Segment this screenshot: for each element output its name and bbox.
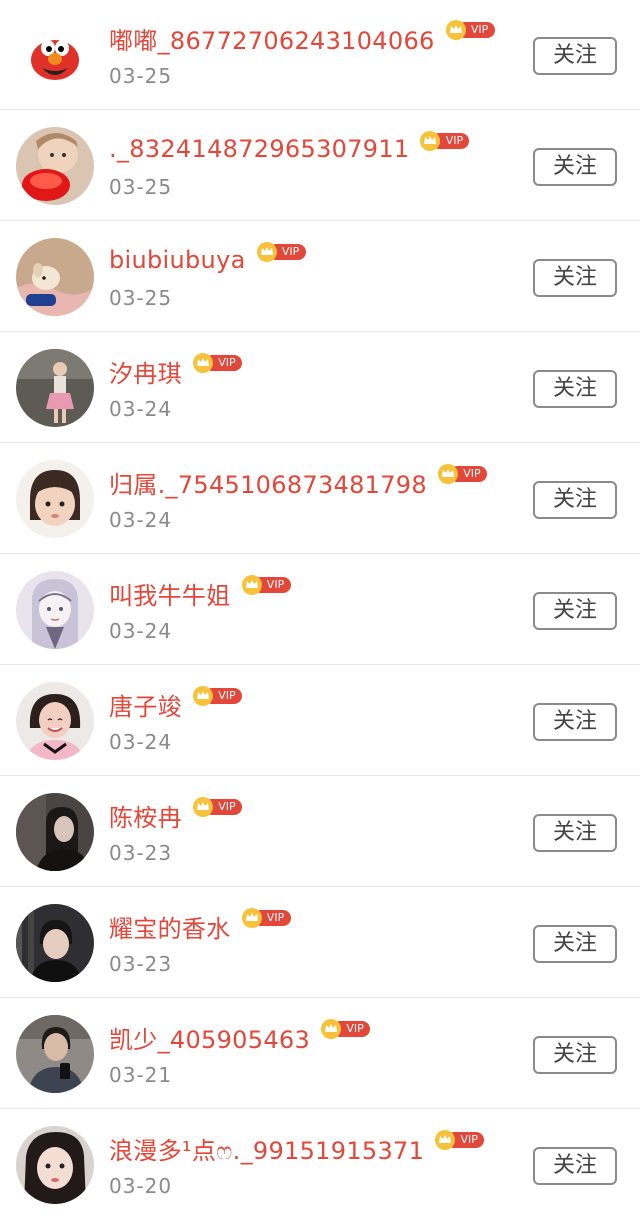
avatar[interactable] xyxy=(16,1126,94,1204)
follow-button[interactable]: 关注 xyxy=(533,370,617,408)
username[interactable]: 叫我牛牛姐 xyxy=(109,576,231,611)
follow-date: 03-24 xyxy=(109,508,173,532)
list-item[interactable]: 唐子竣 VIP 03-24 关注 xyxy=(0,666,640,776)
vip-badge: VIP xyxy=(241,907,293,929)
follow-button[interactable]: 关注 xyxy=(533,925,617,963)
username[interactable]: 陈桉冉 xyxy=(109,798,182,833)
crown-icon xyxy=(435,1130,456,1150)
list-item[interactable]: 凯少_405905463 VIP 03-21 关注 xyxy=(0,999,640,1109)
avatar[interactable] xyxy=(16,238,94,316)
crown-icon xyxy=(420,131,441,151)
follow-date: 03-25 xyxy=(109,64,173,88)
vip-badge: VIP xyxy=(256,241,308,263)
follow-button[interactable]: 关注 xyxy=(533,148,617,186)
crown-icon xyxy=(192,686,213,706)
vip-badge: VIP xyxy=(419,130,471,152)
list-item[interactable]: 陈桉冉 VIP 03-23 关注 xyxy=(0,777,640,887)
username[interactable]: 浪漫多¹点ෆ._99151915371 xyxy=(109,1131,424,1166)
list-item[interactable]: ._832414872965307911 VIP 03-25 关注 xyxy=(0,111,640,221)
dog-on-blanket-avatar-icon xyxy=(16,238,94,316)
username[interactable]: biubiubuya xyxy=(109,246,246,274)
username[interactable]: 汐冉琪 xyxy=(109,354,182,389)
vip-badge: VIP xyxy=(434,1129,486,1151)
follow-button[interactable]: 关注 xyxy=(533,592,617,630)
vip-badge: VIP xyxy=(241,574,293,596)
avatar[interactable] xyxy=(16,127,94,205)
crown-icon xyxy=(192,797,213,817)
follow-date: 03-24 xyxy=(109,619,173,643)
follow-date: 03-25 xyxy=(109,175,173,199)
avatar[interactable] xyxy=(16,682,94,760)
girl-pink-skirt-avatar-icon xyxy=(16,349,94,427)
avatar[interactable] xyxy=(16,571,94,649)
crown-icon xyxy=(241,575,262,595)
avatar[interactable] xyxy=(16,1015,94,1093)
crown-icon xyxy=(321,1019,342,1039)
vip-badge: VIP xyxy=(192,352,244,374)
username[interactable]: ._832414872965307911 xyxy=(109,135,409,163)
username[interactable]: 唐子竣 xyxy=(109,687,182,722)
avatar[interactable] xyxy=(16,349,94,427)
follow-date: 03-25 xyxy=(109,286,173,310)
anime-sketch-girl-avatar-icon xyxy=(16,571,94,649)
young-man-avatar-icon xyxy=(16,904,94,982)
crown-icon xyxy=(445,20,466,40)
list-item[interactable]: 耀宝的香水 VIP 03-23 关注 xyxy=(0,888,640,998)
elmo-avatar-icon xyxy=(16,16,94,94)
crown-icon xyxy=(241,908,262,928)
follow-date: 03-21 xyxy=(109,1063,173,1087)
baby-with-red-bowl-avatar-icon xyxy=(16,127,94,205)
dark-portrait-avatar-icon xyxy=(16,793,94,871)
follow-button[interactable]: 关注 xyxy=(533,1036,617,1074)
follow-date: 03-23 xyxy=(109,952,173,976)
username[interactable]: 耀宝的香水 xyxy=(109,909,231,944)
follow-button[interactable]: 关注 xyxy=(533,37,617,75)
follow-button[interactable]: 关注 xyxy=(533,814,617,852)
follow-date: 03-23 xyxy=(109,841,173,865)
vip-badge: VIP xyxy=(192,796,244,818)
man-with-phone-avatar-icon xyxy=(16,1015,94,1093)
follow-date: 03-20 xyxy=(109,1174,173,1198)
follower-list: 嘟嘟_86772706243104066 VIP 03-25 关注 ._8324… xyxy=(0,0,640,1216)
vip-badge: VIP xyxy=(320,1018,372,1040)
vip-badge: VIP xyxy=(437,463,489,485)
follow-date: 03-24 xyxy=(109,730,173,754)
list-item[interactable]: 归属._7545106873481798 VIP 03-24 关注 xyxy=(0,444,640,554)
username[interactable]: 归属._7545106873481798 xyxy=(109,465,427,500)
vip-badge: VIP xyxy=(445,19,497,41)
list-item[interactable]: 叫我牛牛姐 VIP 03-24 关注 xyxy=(0,555,640,665)
username[interactable]: 凯少_405905463 xyxy=(109,1020,310,1055)
avatar[interactable] xyxy=(16,460,94,538)
list-item[interactable]: 浪漫多¹点ෆ._99151915371 VIP 03-20 关注 xyxy=(0,1110,640,1216)
follow-button[interactable]: 关注 xyxy=(533,703,617,741)
vip-badge: VIP xyxy=(192,685,244,707)
crown-icon xyxy=(256,242,277,262)
follow-button[interactable]: 关注 xyxy=(533,1147,617,1185)
follow-button[interactable]: 关注 xyxy=(533,481,617,519)
crown-icon xyxy=(192,353,213,373)
girl-portrait-avatar-icon xyxy=(16,1126,94,1204)
list-item[interactable]: 嘟嘟_86772706243104066 VIP 03-25 关注 xyxy=(0,0,640,110)
username[interactable]: 嘟嘟_86772706243104066 xyxy=(109,21,435,56)
follow-button[interactable]: 关注 xyxy=(533,259,617,297)
toddler-girl-avatar-icon xyxy=(16,460,94,538)
smiling-girl-avatar-icon xyxy=(16,682,94,760)
avatar[interactable] xyxy=(16,904,94,982)
list-item[interactable]: biubiubuya VIP 03-25 关注 xyxy=(0,222,640,332)
follow-date: 03-24 xyxy=(109,397,173,421)
avatar[interactable] xyxy=(16,793,94,871)
crown-icon xyxy=(437,464,458,484)
avatar[interactable] xyxy=(16,16,94,94)
list-item[interactable]: 汐冉琪 VIP 03-24 关注 xyxy=(0,333,640,443)
